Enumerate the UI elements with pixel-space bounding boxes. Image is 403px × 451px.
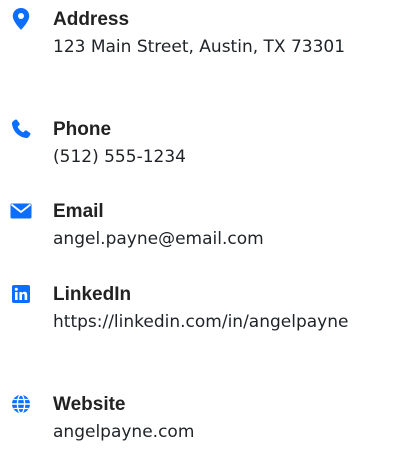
contact-value[interactable]: https://linkedin.com/in/angelpayne [53,309,365,336]
contact-label: Phone [53,119,112,140]
contact-list: Address 123 Main Street, Austin, TX 7330… [0,0,403,451]
contact-value[interactable]: 123 Main Street, Austin, TX 73301 [53,34,353,61]
contact-value[interactable]: (512) 555-1234 [53,144,383,171]
linkedin-icon [10,283,32,305]
contact-label: Email [53,201,104,222]
contact-label: Website [53,394,126,415]
phone-icon [10,118,32,140]
contact-text-linkedin: LinkedIn https://linkedin.com/in/angelpa… [53,283,383,336]
contact-label: Address [53,9,130,30]
contact-text-website: Website angelpayne.com [53,393,383,446]
map-marker-icon [10,8,32,30]
contact-text-phone: Phone (512) 555-1234 [53,118,383,171]
contact-value[interactable]: angelpayne.com [53,419,383,446]
contact-text-address: Address 123 Main Street, Austin, TX 7330… [53,8,383,61]
contact-label: LinkedIn [53,284,132,305]
contact-text-email: Email angel.payne@email.com [53,200,383,253]
envelope-icon [10,200,32,222]
contact-value[interactable]: angel.payne@email.com [53,226,383,253]
globe-icon [10,393,32,415]
